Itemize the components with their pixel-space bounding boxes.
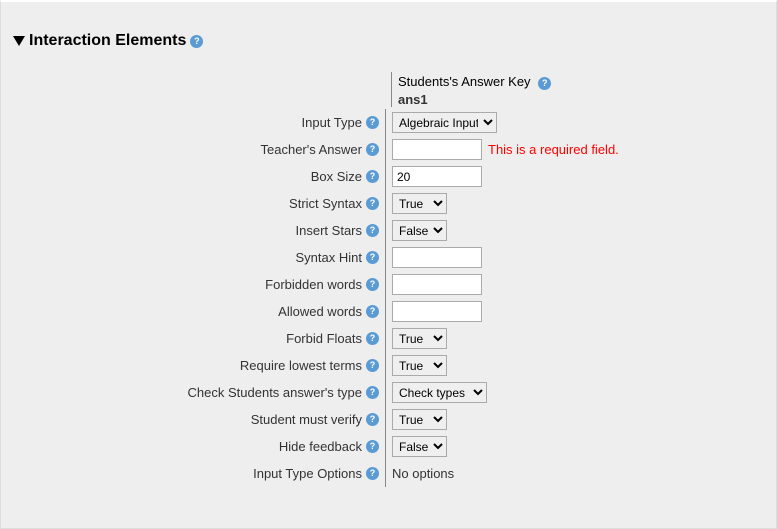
answer-key-header: Students's Answer Key ? ans1: [391, 72, 776, 107]
label-hide-feedback: Hide feedback: [279, 439, 362, 454]
hide-feedback-select[interactable]: False: [392, 436, 447, 457]
must-verify-select[interactable]: True: [392, 409, 447, 430]
row-allowed-words: Allowed words ?: [1, 298, 776, 325]
label-forbid-floats: Forbid Floats: [286, 331, 362, 346]
help-icon[interactable]: ?: [366, 251, 379, 264]
row-require-lowest: Require lowest terms ? True: [1, 352, 776, 379]
form-area: Students's Answer Key ? ans1 Input Type …: [1, 72, 776, 487]
label-teachers-answer: Teacher's Answer: [261, 142, 362, 157]
row-must-verify: Student must verify ? True: [1, 406, 776, 433]
row-hide-feedback: Hide feedback ? False: [1, 433, 776, 460]
label-input-type-options: Input Type Options: [253, 466, 362, 481]
help-icon[interactable]: ?: [538, 77, 551, 90]
syntax-hint-input[interactable]: [392, 247, 482, 268]
interaction-elements-panel: Interaction Elements ? Students's Answer…: [0, 0, 777, 529]
help-icon[interactable]: ?: [366, 332, 379, 345]
row-syntax-hint: Syntax Hint ?: [1, 244, 776, 271]
help-icon[interactable]: ?: [366, 143, 379, 156]
check-type-select[interactable]: Check types: [392, 382, 487, 403]
row-box-size: Box Size ?: [1, 163, 776, 190]
help-icon[interactable]: ?: [366, 305, 379, 318]
row-input-type-options: Input Type Options ? No options: [1, 460, 776, 487]
help-icon[interactable]: ?: [366, 170, 379, 183]
label-check-type: Check Students answer's type: [188, 385, 362, 400]
row-input-type: Input Type ? Algebraic Input: [1, 109, 776, 136]
help-icon[interactable]: ?: [190, 35, 203, 48]
label-require-lowest: Require lowest terms: [240, 358, 362, 373]
help-icon[interactable]: ?: [366, 386, 379, 399]
help-icon[interactable]: ?: [366, 413, 379, 426]
section-title: Interaction Elements: [29, 32, 186, 50]
label-allowed-words: Allowed words: [278, 304, 362, 319]
answer-key-name: ans1: [398, 92, 776, 107]
allowed-words-input[interactable]: [392, 301, 482, 322]
insert-stars-select[interactable]: False: [392, 220, 447, 241]
box-size-input[interactable]: [392, 166, 482, 187]
require-lowest-select[interactable]: True: [392, 355, 447, 376]
help-icon[interactable]: ?: [366, 278, 379, 291]
collapse-toggle-icon[interactable]: [13, 36, 25, 46]
label-box-size: Box Size: [311, 169, 362, 184]
row-teachers-answer: Teacher's Answer ? This is a required fi…: [1, 136, 776, 163]
help-icon[interactable]: ?: [366, 467, 379, 480]
forbidden-words-input[interactable]: [392, 274, 482, 295]
help-icon[interactable]: ?: [366, 440, 379, 453]
forbid-floats-select[interactable]: True: [392, 328, 447, 349]
help-icon[interactable]: ?: [366, 197, 379, 210]
help-icon[interactable]: ?: [366, 224, 379, 237]
row-forbid-floats: Forbid Floats ? True: [1, 325, 776, 352]
input-type-options-value: No options: [392, 466, 454, 481]
label-strict-syntax: Strict Syntax: [289, 196, 362, 211]
row-check-type: Check Students answer's type ? Check typ…: [1, 379, 776, 406]
row-forbidden-words: Forbidden words ?: [1, 271, 776, 298]
row-strict-syntax: Strict Syntax ? True: [1, 190, 776, 217]
label-syntax-hint: Syntax Hint: [296, 250, 362, 265]
label-must-verify: Student must verify: [251, 412, 362, 427]
answer-key-label: Students's Answer Key: [398, 74, 531, 89]
strict-syntax-select[interactable]: True: [392, 193, 447, 214]
help-icon[interactable]: ?: [366, 116, 379, 129]
error-teachers-answer: This is a required field.: [488, 142, 619, 157]
input-type-select[interactable]: Algebraic Input: [392, 112, 497, 133]
teachers-answer-input[interactable]: [392, 139, 482, 160]
label-insert-stars: Insert Stars: [296, 223, 362, 238]
help-icon[interactable]: ?: [366, 359, 379, 372]
label-input-type: Input Type: [302, 115, 362, 130]
row-insert-stars: Insert Stars ? False: [1, 217, 776, 244]
section-header[interactable]: Interaction Elements ?: [13, 32, 203, 50]
label-forbidden-words: Forbidden words: [265, 277, 362, 292]
